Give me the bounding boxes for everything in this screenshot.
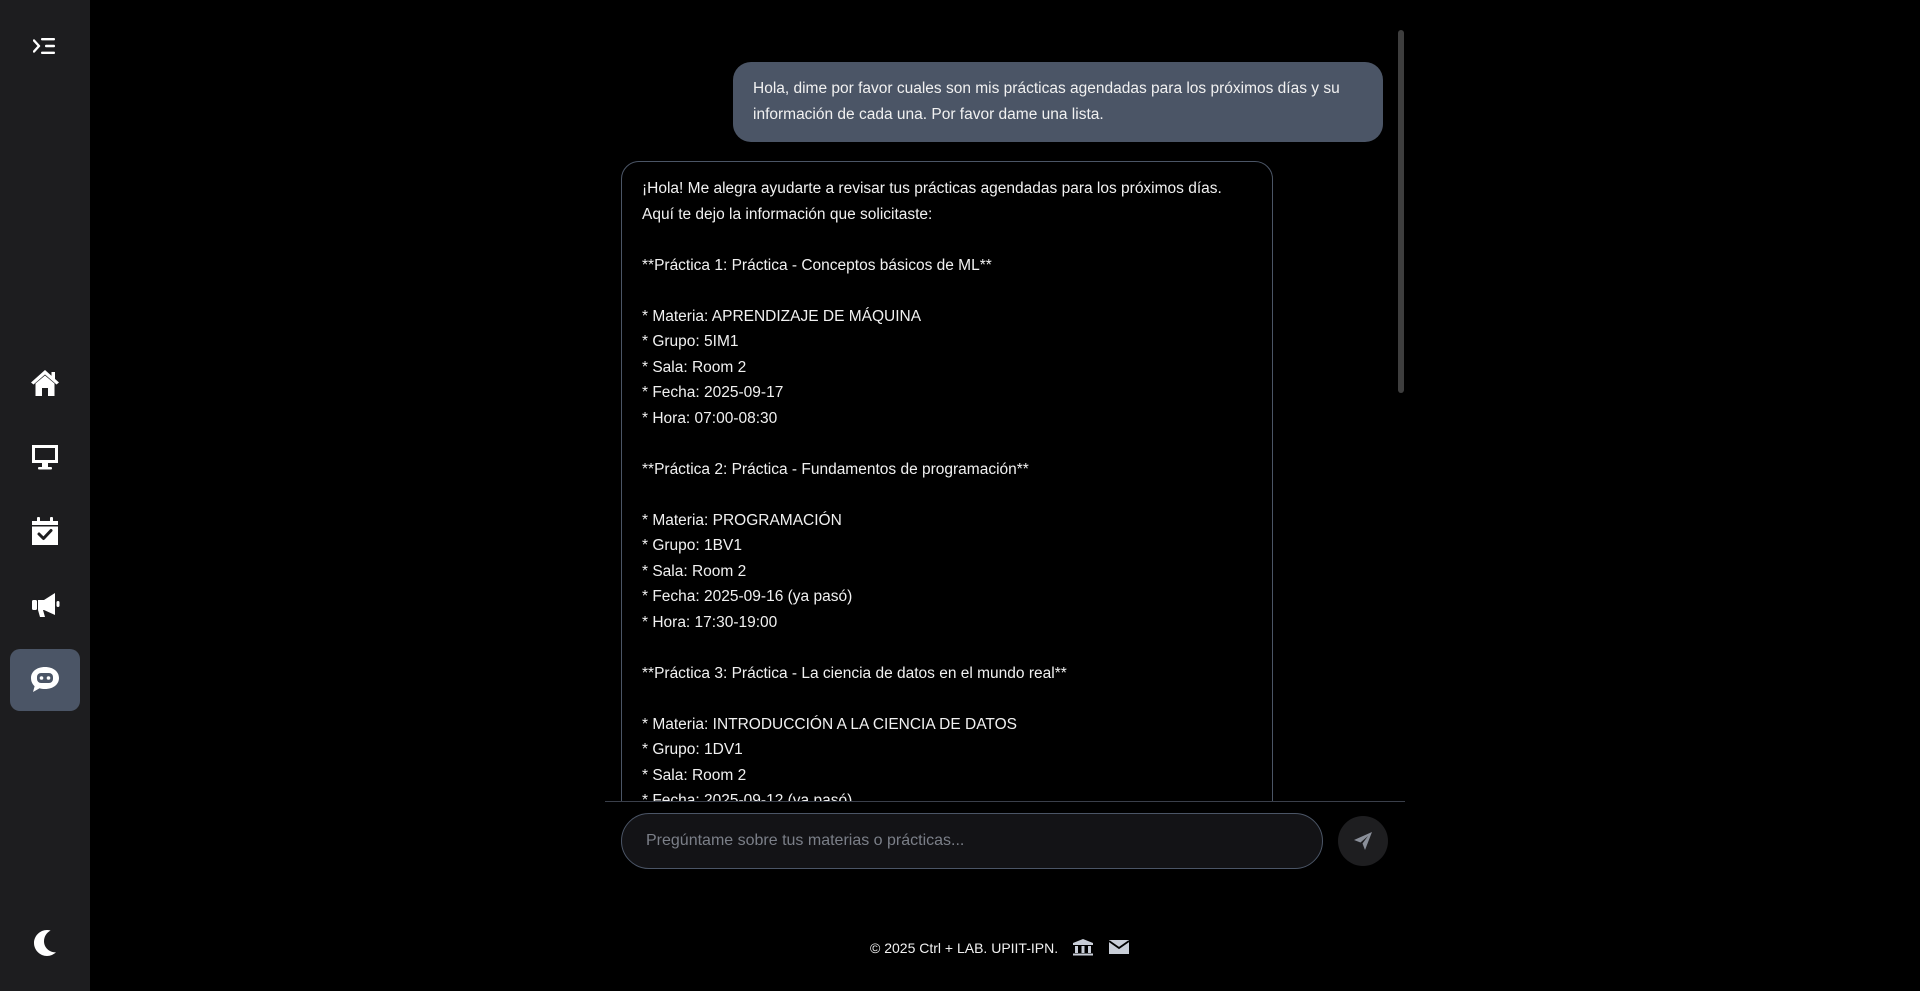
monitor-button[interactable] — [10, 426, 80, 488]
chat-input-container — [621, 813, 1323, 869]
monitor-icon — [32, 445, 58, 470]
institution-link[interactable] — [1072, 938, 1094, 959]
menu-toggle-icon — [33, 38, 55, 54]
calendar-check-icon — [32, 517, 58, 545]
announcements-button[interactable] — [10, 574, 80, 636]
menu-toggle-button[interactable] — [10, 15, 80, 77]
footer: © 2025 Ctrl + LAB. UPIIT-IPN. — [870, 936, 1130, 960]
theme-toggle-button[interactable] — [10, 912, 80, 974]
envelope-icon — [1108, 939, 1130, 954]
footer-copyright: © 2025 Ctrl + LAB. UPIIT-IPN. — [870, 940, 1059, 956]
email-link[interactable] — [1108, 939, 1130, 958]
send-icon — [1354, 832, 1372, 850]
calendar-button[interactable] — [10, 500, 80, 562]
chat-divider — [605, 801, 1405, 802]
chat-messages[interactable]: Hola, dime por favor cuales son mis prác… — [605, 0, 1405, 801]
home-icon — [31, 370, 59, 396]
chatbot-icon — [31, 667, 59, 692]
moon-icon — [34, 930, 56, 956]
chat-scrollbar[interactable] — [1398, 30, 1404, 393]
sidebar — [0, 0, 90, 991]
megaphone-icon — [32, 593, 60, 617]
assistant-message: ¡Hola! Me alegra ayudarte a revisar tus … — [621, 161, 1273, 801]
home-button[interactable] — [10, 352, 80, 414]
user-message: Hola, dime por favor cuales son mis prác… — [733, 62, 1383, 142]
send-button[interactable] — [1338, 816, 1388, 866]
chat-input[interactable] — [622, 814, 1322, 868]
university-icon — [1073, 938, 1094, 955]
chatbot-button[interactable] — [10, 649, 80, 711]
